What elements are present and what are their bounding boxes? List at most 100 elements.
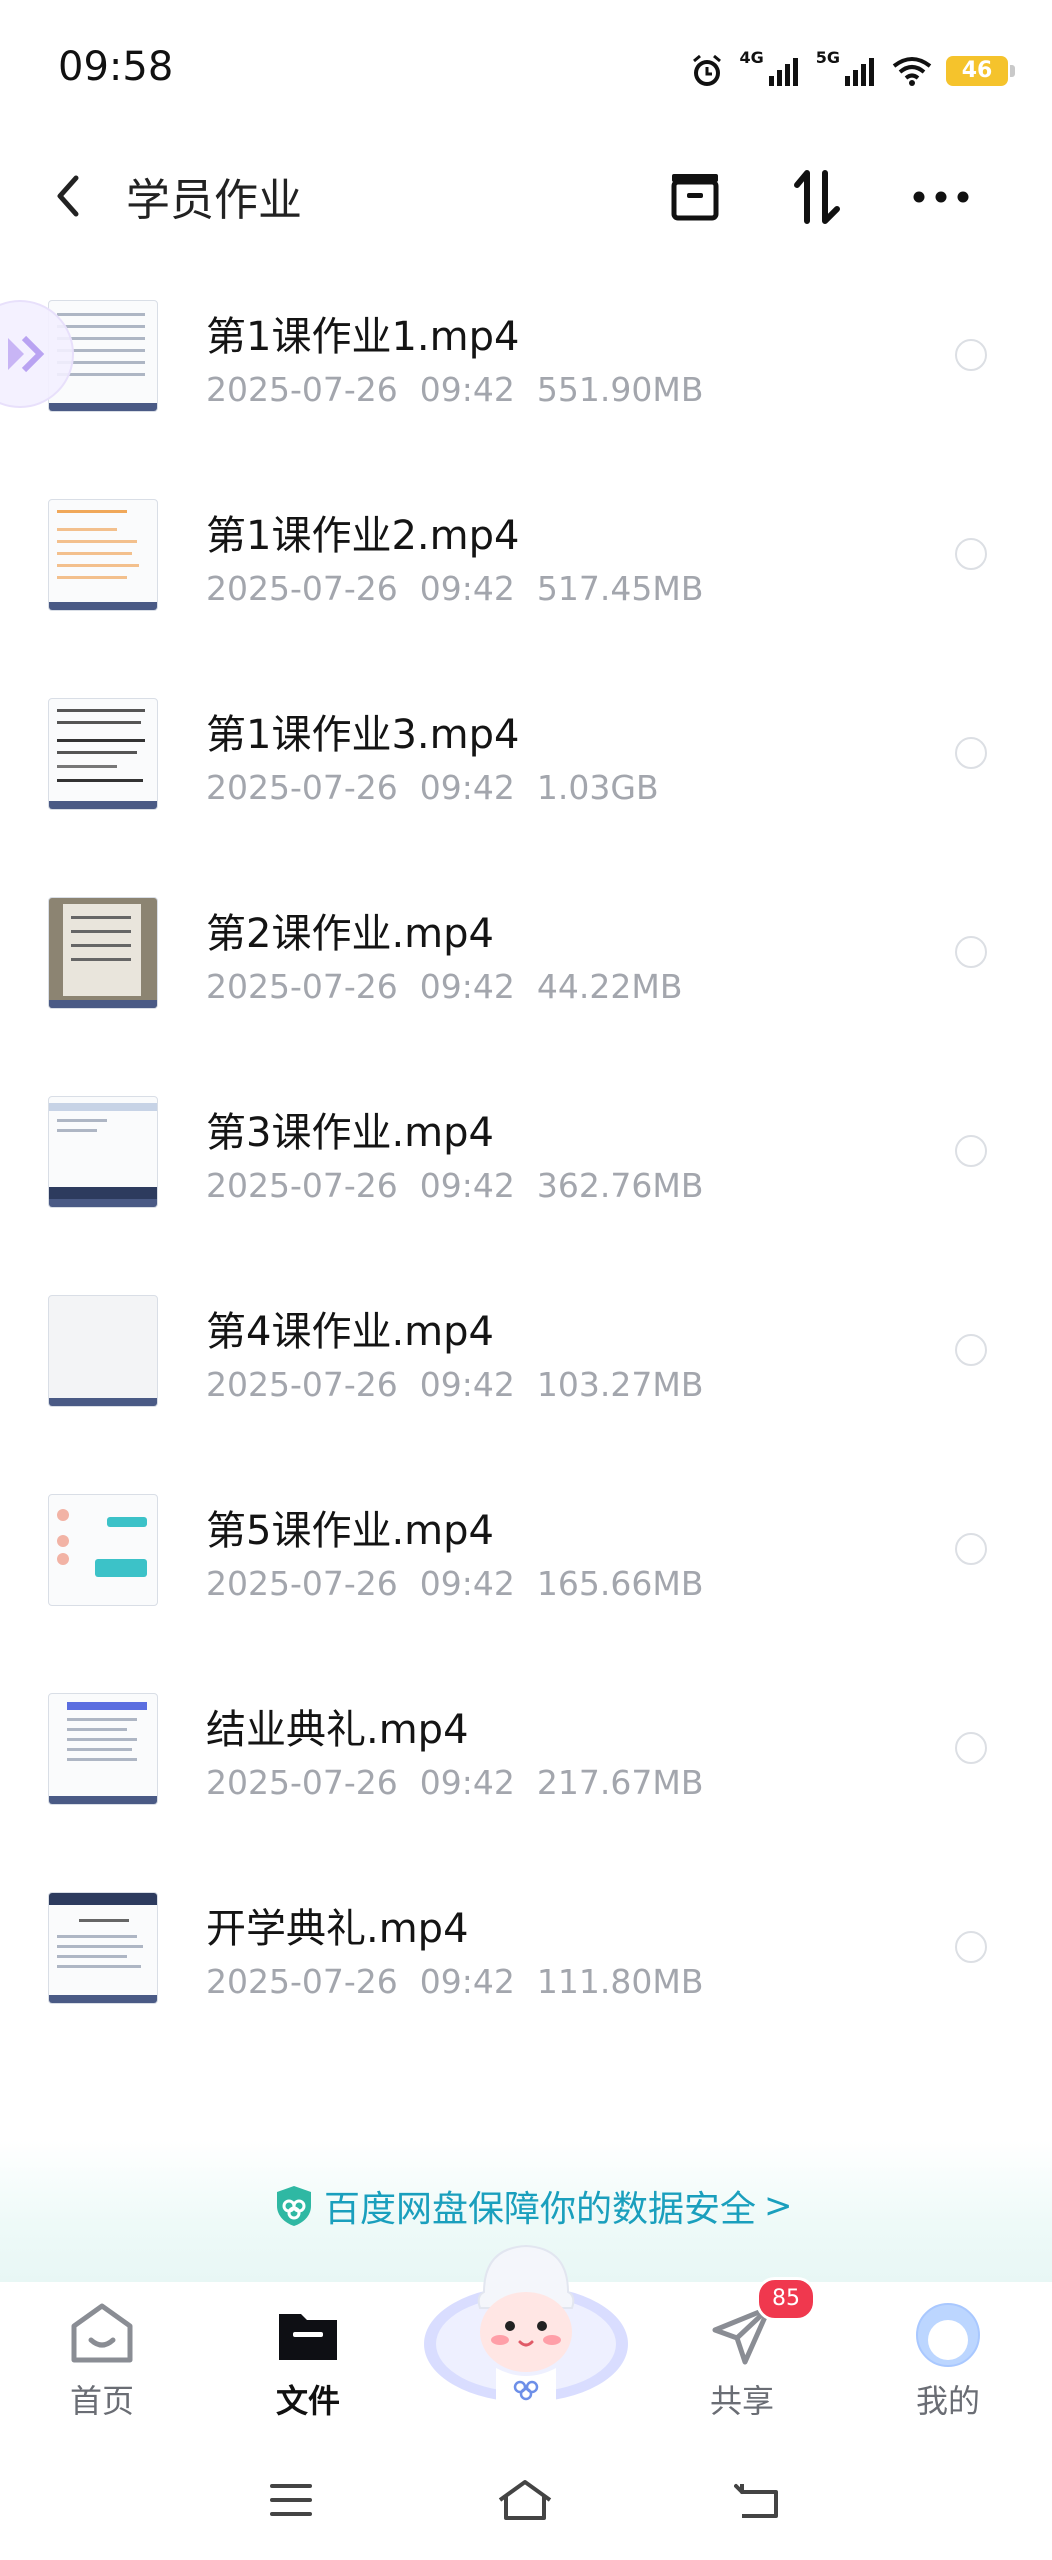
tab-files[interactable]: 文件 xyxy=(248,2300,368,2422)
file-meta: 2025-07-26 09:42 362.76MB xyxy=(206,1166,725,1205)
file-name: 第1课作业1.mp4 xyxy=(206,314,520,360)
file-date: 2025-07-26 xyxy=(206,569,398,608)
system-nav-bar xyxy=(0,2442,1052,2560)
alarm-icon xyxy=(689,53,725,89)
file-meta: 2025-07-26 09:42 103.27MB xyxy=(206,1365,725,1404)
file-time: 09:42 xyxy=(419,1962,515,2001)
file-row[interactable]: 结业典礼.mp4 2025-07-26 09:42 217.67MB xyxy=(0,1661,1052,1860)
select-box-icon xyxy=(671,174,719,221)
file-meta: 2025-07-26 09:42 551.90MB xyxy=(206,370,725,409)
back-nav-button[interactable] xyxy=(724,2470,794,2530)
video-thumbnail xyxy=(48,897,158,1009)
file-size: 362.76MB xyxy=(536,1166,704,1205)
file-size: 551.90MB xyxy=(536,370,704,409)
file-date: 2025-07-26 xyxy=(206,1962,398,2001)
file-meta: 2025-07-26 09:42 44.22MB xyxy=(206,967,704,1006)
file-meta: 2025-07-26 09:42 217.67MB xyxy=(206,1763,725,1802)
select-radio[interactable] xyxy=(955,1533,987,1565)
network-5g-label: 5G xyxy=(815,48,840,67)
recent-apps-button[interactable] xyxy=(256,2470,326,2530)
file-row[interactable]: 开学典礼.mp4 2025-07-26 09:42 111.80MB xyxy=(0,1860,1052,2059)
video-thumbnail xyxy=(48,1096,158,1208)
wifi-icon xyxy=(892,56,932,86)
video-thumbnail xyxy=(48,1693,158,1805)
file-time: 09:42 xyxy=(419,1166,515,1205)
file-row[interactable]: 第4课作业.mp4 2025-07-26 09:42 103.27MB xyxy=(0,1263,1052,1462)
sort-button[interactable] xyxy=(782,162,852,232)
tab-label: 共享 xyxy=(709,2382,774,2420)
back-arrow-icon xyxy=(57,175,79,217)
select-radio[interactable] xyxy=(955,1931,987,1963)
file-time: 09:42 xyxy=(419,1763,515,1802)
file-name: 结业典礼.mp4 xyxy=(206,1707,469,1753)
mascot-assistant-button[interactable] xyxy=(420,2222,632,2408)
select-radio[interactable] xyxy=(955,339,987,371)
file-row[interactable]: 第1课作业3.mp4 2025-07-26 09:42 1.03GB xyxy=(0,666,1052,865)
mascot-icon xyxy=(424,2244,628,2402)
file-name: 开学典礼.mp4 xyxy=(206,1906,469,1952)
file-time: 09:42 xyxy=(419,569,515,608)
file-date: 2025-07-26 xyxy=(206,1564,398,1603)
select-radio[interactable] xyxy=(955,1135,987,1167)
more-icon xyxy=(913,191,969,203)
back-button[interactable] xyxy=(44,168,94,224)
file-time: 09:42 xyxy=(419,1365,515,1404)
status-icons: 4G 5G 46 xyxy=(689,48,1015,93)
avatar-icon xyxy=(913,2300,983,2370)
file-name: 第1课作业3.mp4 xyxy=(206,712,520,758)
tab-home[interactable]: 首页 xyxy=(42,2300,162,2422)
video-thumbnail xyxy=(48,698,158,810)
file-size: 103.27MB xyxy=(536,1365,704,1404)
select-mode-button[interactable] xyxy=(660,162,730,232)
select-radio[interactable] xyxy=(955,538,987,570)
file-size: 217.67MB xyxy=(536,1763,704,1802)
file-row[interactable]: 第3课作业.mp4 2025-07-26 09:42 362.76MB xyxy=(0,1064,1052,1263)
home-nav-button[interactable] xyxy=(490,2470,560,2530)
status-bar: 09:58 4G 5G 46 xyxy=(0,0,1052,140)
signal-icon xyxy=(844,56,878,86)
network-4g-label: 4G xyxy=(739,48,764,67)
floating-assistant-button[interactable] xyxy=(0,300,74,408)
select-radio[interactable] xyxy=(955,1334,987,1366)
file-name: 第1课作业2.mp4 xyxy=(206,513,520,559)
file-meta: 2025-07-26 09:42 111.80MB xyxy=(206,1962,725,2001)
file-date: 2025-07-26 xyxy=(206,967,398,1006)
file-meta: 2025-07-26 09:42 165.66MB xyxy=(206,1564,725,1603)
header: 学员作业 xyxy=(0,140,1052,250)
more-button[interactable] xyxy=(906,162,976,232)
folder-icon xyxy=(273,2300,343,2370)
select-radio[interactable] xyxy=(955,737,987,769)
battery-indicator: 46 xyxy=(946,55,1015,86)
file-row[interactable]: 第1课作业2.mp4 2025-07-26 09:42 517.45MB xyxy=(0,467,1052,666)
file-date: 2025-07-26 xyxy=(206,1166,398,1205)
file-size: 165.66MB xyxy=(536,1564,704,1603)
tab-label: 我的 xyxy=(915,2382,980,2420)
select-radio[interactable] xyxy=(955,936,987,968)
file-date: 2025-07-26 xyxy=(206,370,398,409)
file-size: 111.80MB xyxy=(536,1962,704,2001)
tab-mine[interactable]: 我的 xyxy=(888,2300,1008,2422)
file-meta: 2025-07-26 09:42 1.03GB xyxy=(206,768,681,807)
file-date: 2025-07-26 xyxy=(206,1763,398,1802)
file-row[interactable]: 第1课作业1.mp4 2025-07-26 09:42 551.90MB xyxy=(0,268,1052,467)
double-chevron-icon xyxy=(8,335,45,373)
file-name: 第5课作业.mp4 xyxy=(206,1508,494,1554)
video-thumbnail xyxy=(48,499,158,611)
share-badge: 85 xyxy=(756,2277,816,2321)
file-time: 09:42 xyxy=(419,967,515,1006)
tab-label: 首页 xyxy=(69,2382,134,2420)
file-row[interactable]: 第5课作业.mp4 2025-07-26 09:42 165.66MB xyxy=(0,1462,1052,1661)
file-size: 44.22MB xyxy=(536,967,683,1006)
select-radio[interactable] xyxy=(955,1732,987,1764)
back-nav-icon xyxy=(734,2484,778,2518)
file-date: 2025-07-26 xyxy=(206,1365,398,1404)
file-list: 第1课作业1.mp4 2025-07-26 09:42 551.90MB 第1课作业… xyxy=(0,268,1052,2059)
file-row[interactable]: 第2课作业.mp4 2025-07-26 09:42 44.22MB xyxy=(0,865,1052,1064)
file-name: 第3课作业.mp4 xyxy=(206,1110,494,1156)
menu-icon xyxy=(270,2484,312,2516)
sort-icon xyxy=(794,170,840,224)
video-thumbnail xyxy=(48,1494,158,1606)
file-time: 09:42 xyxy=(419,370,515,409)
shield-icon xyxy=(277,2186,311,2226)
file-date: 2025-07-26 xyxy=(206,768,398,807)
